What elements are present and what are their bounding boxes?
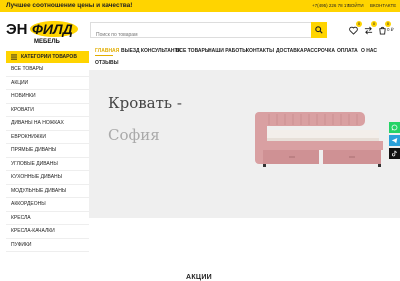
nav-item-contacts[interactable]: КОНТАКТЫ — [246, 48, 274, 54]
category-item-rocking-chairs[interactable]: КРЕСЛА-КАЧАЛКИ — [6, 225, 89, 239]
category-item-eurobook[interactable]: ЕВРОКНИЖКИ — [6, 131, 89, 144]
slogan-text: Лучшее соотношение цены и качества! — [6, 2, 133, 9]
hero-banner[interactable]: Кровать - София — [89, 70, 400, 218]
logo[interactable]: ЭН ФИЛД МЕБЕЛЬ — [6, 19, 86, 45]
logo-text-top: ЭН — [6, 21, 28, 38]
category-item-new[interactable]: НОВИНКИ — [6, 90, 89, 104]
categories-label: КАТЕГОРИИ ТОВАРОВ — [21, 54, 77, 60]
category-item-corner-sofas[interactable]: УГЛОВЫЕ ДИВАНЫ — [6, 158, 89, 171]
telegram-button[interactable] — [389, 135, 400, 146]
category-item-sofas-legs[interactable]: ДИВАНЫ НА НОЖКАХ — [6, 117, 89, 131]
nav-item-our-works[interactable]: НАШИ РАБОТЫ — [208, 48, 247, 54]
category-item-kitchen-sofas[interactable]: КУХОННЫЕ ДИВАНЫ — [6, 171, 89, 185]
categories-button[interactable]: КАТЕГОРИИ ТОВАРОВ — [6, 51, 89, 63]
logo-text-bottom: МЕБЕЛЬ — [34, 39, 61, 45]
compare-icon — [364, 26, 372, 34]
category-item-straight-sofas[interactable]: ПРЯМЫЕ ДИВАНЫ — [6, 144, 89, 158]
nav-item-delivery[interactable]: ДОСТАВКА — [276, 48, 304, 54]
bed-image — [255, 112, 383, 167]
logo-graphic: ЭН ФИЛД МЕБЕЛЬ — [6, 21, 78, 45]
nav-item-all-products[interactable]: ВСЕ ТОВАРЫ — [176, 48, 210, 54]
category-item-all[interactable]: ВСЕ ТОВАРЫ — [6, 63, 89, 77]
nav-item-about[interactable]: О НАС — [361, 48, 377, 54]
login-link[interactable]: ВОЙТИ — [348, 3, 364, 8]
tiktok-icon — [391, 150, 397, 157]
logo-text-brand: ФИЛД — [32, 21, 73, 37]
category-item-armchairs[interactable]: КРЕСЛА — [6, 212, 89, 225]
category-list: ВСЕ ТОВАРЫ АКЦИИ НОВИНКИ КРОВАТИ ДИВАНЫ … — [6, 63, 89, 252]
telegram-icon — [391, 138, 398, 144]
vk-link[interactable]: ВКОНТАКТЕ — [370, 3, 396, 8]
cart-icon — [378, 26, 386, 35]
header: ЭН ФИЛД МЕБЕЛЬ 0 0 0 0 ₽ — [0, 12, 400, 46]
nav-item-reviews[interactable]: ОТЗЫВЫ — [95, 60, 118, 66]
nav-item-home[interactable]: ГЛАВНАЯ — [95, 48, 119, 54]
nav-item-payment[interactable]: ОПЛАТА — [337, 48, 358, 54]
category-item-poufs[interactable]: ПУФИКИ — [6, 239, 89, 252]
search-box — [90, 22, 327, 42]
top-bar: Лучшее соотношение цены и качества! +7(4… — [0, 0, 400, 12]
heart-icon — [348, 26, 358, 35]
nav-active-underline — [95, 55, 113, 56]
tiktok-button[interactable] — [389, 148, 400, 159]
main-nav: ГЛАВНАЯ ВЫЕЗД КОНСУЛЬТАНТА ВСЕ ТОВАРЫ НА… — [95, 46, 395, 72]
banner-title-line2: София — [108, 126, 160, 144]
banner-title-line1: Кровать - — [108, 94, 182, 112]
nav-item-consultant[interactable]: ВЫЕЗД КОНСУЛЬТАНТА — [121, 48, 181, 54]
category-item-modular-sofas[interactable]: МОДУЛЬНЫЕ ДИВАНЫ — [6, 185, 89, 198]
cart-sum: 0 ₽ — [387, 27, 394, 32]
wishlist-button[interactable]: 0 — [347, 21, 362, 36]
section-title: АКЦИИ — [186, 274, 213, 281]
search-input[interactable] — [91, 28, 306, 42]
category-item-sales[interactable]: АКЦИИ — [6, 77, 89, 90]
phone-link[interactable]: +7(495) 226 78 17 — [312, 3, 349, 8]
search-button[interactable] — [311, 22, 327, 38]
search-icon — [315, 26, 323, 34]
menu-icon — [11, 54, 17, 60]
whatsapp-icon — [391, 124, 398, 131]
category-item-beds[interactable]: КРОВАТИ — [6, 104, 89, 117]
category-item-accordions[interactable]: АККОРДЕОНЫ — [6, 198, 89, 212]
whatsapp-button[interactable] — [389, 122, 400, 133]
compare-button[interactable]: 0 — [362, 21, 377, 36]
nav-item-installments[interactable]: РАССРОЧКА — [304, 48, 335, 54]
